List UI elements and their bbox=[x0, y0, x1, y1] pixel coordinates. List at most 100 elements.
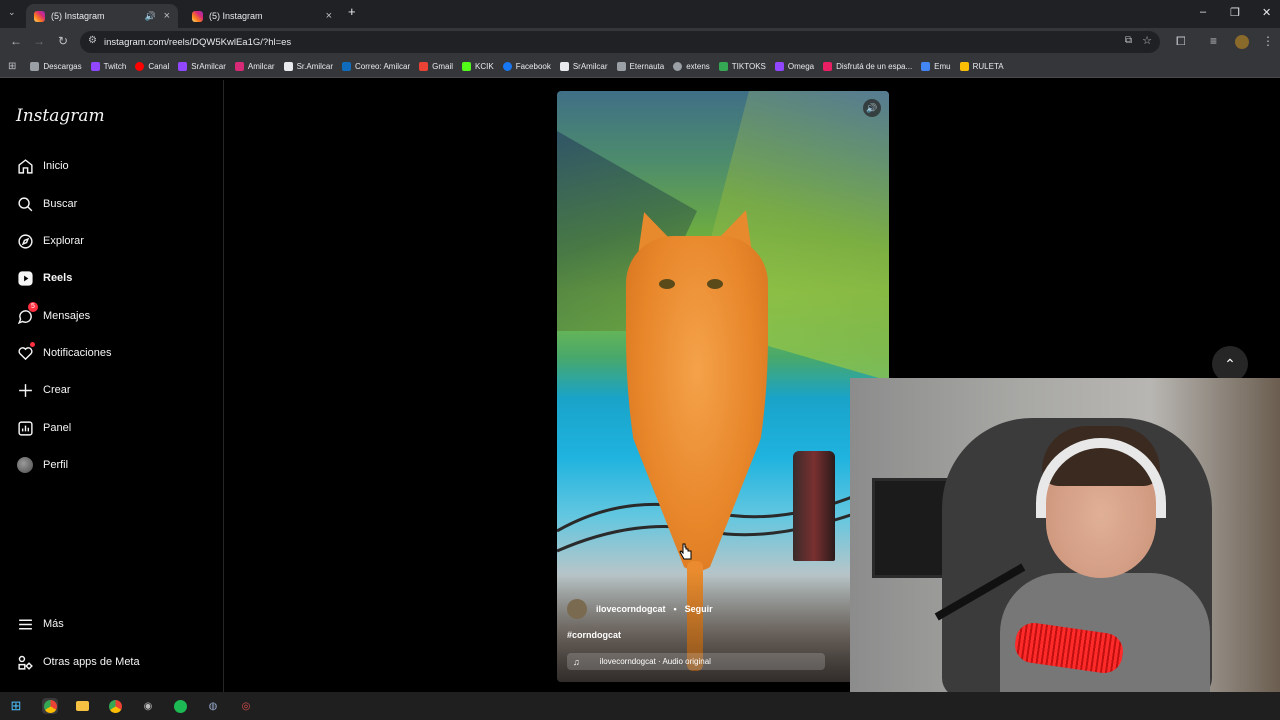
url-text: instagram.com/reels/DQW5KwlEa1G/?hl=es bbox=[104, 36, 292, 48]
bookmark-correo[interactable]: Correo: Amilcar bbox=[342, 62, 410, 71]
restore-icon[interactable]: ❐ bbox=[1230, 6, 1240, 19]
sound-toggle-icon[interactable]: 🔊 bbox=[863, 99, 881, 117]
x-icon bbox=[283, 62, 293, 71]
bookmark-eternauta[interactable]: Eternauta bbox=[616, 62, 665, 71]
media-control-icon[interactable]: ≡ bbox=[1210, 34, 1217, 48]
bookmark-descargas[interactable]: Descargas bbox=[30, 62, 82, 71]
bookmark-facebook[interactable]: Facebook bbox=[502, 62, 551, 71]
windows-start-icon[interactable]: ⊞ bbox=[8, 698, 24, 714]
obs-icon[interactable]: ◎ bbox=[238, 698, 254, 714]
spotify-icon[interactable] bbox=[172, 698, 188, 714]
bookmark-label: Canal bbox=[148, 62, 170, 71]
nav-item-crear[interactable]: Crear bbox=[16, 381, 71, 399]
forward-icon[interactable]: → bbox=[33, 34, 45, 48]
taskbar: ⊞ ◉ ◍ ◎ bbox=[0, 692, 1280, 720]
steam-icon[interactable]: ◍ bbox=[205, 698, 221, 714]
bookmark-label: Eternauta bbox=[629, 62, 665, 71]
nav-item-perfil[interactable]: Perfil bbox=[16, 456, 68, 474]
site-info-icon[interactable]: ⚙ bbox=[88, 35, 97, 46]
chrome-taskbar-icon[interactable] bbox=[42, 698, 58, 714]
bookmark-label: Sr.Amilcar bbox=[296, 62, 334, 71]
tiktok-icon bbox=[559, 62, 569, 71]
tab-label: (5) Instagram bbox=[51, 11, 105, 21]
instagram-logo[interactable]: Instagram bbox=[16, 106, 105, 126]
nav-label: Mensajes bbox=[43, 310, 91, 322]
close-window-icon[interactable]: ✕ bbox=[1262, 6, 1271, 19]
reel-caption[interactable]: #corndogcat bbox=[567, 630, 621, 640]
apps-grid-icon[interactable]: ⊞ bbox=[8, 61, 16, 72]
bookmark-label: extens bbox=[686, 62, 710, 71]
profile-avatar-icon[interactable] bbox=[1235, 35, 1249, 49]
reel-author-row: ilovecorndogcat • Seguir bbox=[567, 599, 713, 619]
follow-button[interactable]: Seguir bbox=[685, 604, 713, 614]
bookmark-emu[interactable]: Emu bbox=[921, 62, 951, 71]
nav-label: Panel bbox=[43, 422, 72, 434]
bookmark-star-icon[interactable]: ☆ bbox=[1142, 34, 1152, 47]
author-avatar[interactable] bbox=[567, 599, 587, 619]
close-tab-icon[interactable]: × bbox=[326, 10, 332, 22]
audio-label: ilovecorndogcat · Audio original bbox=[599, 657, 711, 666]
reload-icon[interactable]: ↻ bbox=[58, 34, 68, 48]
address-bar[interactable]: ⚙ instagram.com/reels/DQW5KwlEa1G/?hl=es… bbox=[80, 31, 1160, 53]
bookmark-ruleta[interactable]: RULETA bbox=[959, 62, 1004, 71]
bookmark-tiktoks[interactable]: TIKTOKS bbox=[718, 62, 766, 71]
bookmark-gmail[interactable]: Gmail bbox=[419, 62, 453, 71]
scroll-up-button[interactable]: ⌃ bbox=[1212, 346, 1248, 382]
bookmark-sr-amilcar[interactable]: Sr.Amilcar bbox=[283, 62, 334, 71]
back-icon[interactable]: ← bbox=[10, 34, 22, 48]
bookmark-sramilcar[interactable]: SrAmilcar bbox=[178, 62, 226, 71]
bookmark-disfruta[interactable]: Disfrutá de un espa... bbox=[823, 62, 912, 71]
cat-eye bbox=[659, 279, 675, 289]
minimize-icon[interactable]: – bbox=[1200, 6, 1206, 18]
nav-label: Buscar bbox=[43, 198, 78, 210]
instagram-sidebar: Instagram Inicio Buscar Explorar Reels 5… bbox=[0, 80, 224, 692]
chrome-profile-icon[interactable] bbox=[107, 698, 123, 714]
file-explorer-icon[interactable] bbox=[74, 698, 90, 714]
close-tab-icon[interactable]: × bbox=[164, 10, 170, 22]
nav-item-explorar[interactable]: Explorar bbox=[16, 232, 84, 250]
speaker-icon[interactable]: 🔊 bbox=[145, 11, 156, 22]
extensions-icon[interactable]: ⧠ bbox=[1176, 34, 1186, 49]
bookmark-label: Disfrutá de un espa... bbox=[836, 62, 913, 71]
nav-item-reels[interactable]: Reels bbox=[16, 269, 72, 287]
messenger-icon: 5 bbox=[16, 302, 38, 325]
bookmark-label: Gmail bbox=[432, 62, 454, 71]
nav-item-panel[interactable]: Panel bbox=[16, 419, 71, 437]
new-tab-icon[interactable]: + bbox=[348, 4, 356, 19]
bookmark-twitch[interactable]: Twitch bbox=[90, 62, 126, 71]
nav-label: Inicio bbox=[43, 160, 69, 172]
install-app-icon[interactable]: ⧉ bbox=[1125, 35, 1132, 46]
bookmark-canal[interactable]: Canal bbox=[135, 62, 169, 71]
nav-label: Explorar bbox=[43, 235, 84, 247]
browser-tab-bar: ⌄ (5) Instagram 🔊 × (5) Instagram × + – … bbox=[0, 0, 1280, 28]
nav-item-notificaciones[interactable]: Notificaciones bbox=[16, 342, 111, 362]
bookmark-kcik[interactable]: KCIK bbox=[462, 62, 494, 71]
nav-item-mas[interactable]: Más bbox=[16, 615, 64, 633]
author-username[interactable]: ilovecorndogcat bbox=[596, 604, 666, 614]
twitch-icon bbox=[90, 62, 100, 71]
nav-item-inicio[interactable]: Inicio bbox=[16, 157, 69, 175]
nav-item-otras-apps[interactable]: Otras apps de Meta bbox=[16, 653, 140, 671]
tab-search-icon[interactable]: ⌄ bbox=[8, 7, 16, 18]
reel-audio[interactable]: ♫ ilovecorndogcat · Audio original bbox=[567, 653, 825, 670]
menu-icon bbox=[16, 615, 34, 633]
facebook-icon bbox=[502, 62, 512, 71]
bookmark-tiktok[interactable]: SrAmilcar bbox=[559, 62, 608, 71]
bookmark-amilcar[interactable]: Amilcar bbox=[234, 62, 275, 71]
instagram-favicon-icon bbox=[34, 10, 45, 22]
bookmark-extens[interactable]: extens bbox=[673, 62, 710, 71]
wheel-icon bbox=[959, 62, 969, 71]
reel-video[interactable]: 🔊 ilovecorndogcat • Seguir #corndogcat ♫… bbox=[557, 91, 889, 682]
cat-eye bbox=[707, 279, 723, 289]
globe-icon bbox=[673, 62, 683, 71]
nav-item-mensajes[interactable]: 5 Mensajes bbox=[16, 302, 91, 325]
app-icon[interactable]: ◉ bbox=[140, 698, 156, 714]
more-menu-icon[interactable]: ⋮ bbox=[1262, 34, 1274, 48]
message-count-badge: 5 bbox=[28, 302, 38, 312]
tab-instagram-active[interactable]: (5) Instagram 🔊 × bbox=[26, 4, 178, 28]
twitch-icon bbox=[774, 62, 784, 71]
bookmark-omega[interactable]: Omega bbox=[774, 62, 814, 71]
nav-item-buscar[interactable]: Buscar bbox=[16, 195, 77, 213]
tab-instagram[interactable]: (5) Instagram × bbox=[184, 4, 340, 28]
nav-label: Otras apps de Meta bbox=[43, 656, 140, 668]
